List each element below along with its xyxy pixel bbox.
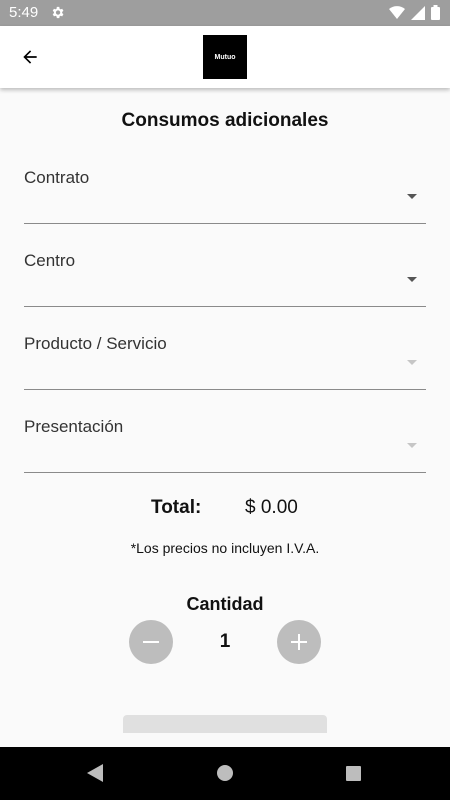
centro-dropdown[interactable]: Centro [24,251,426,307]
logo-text: Mutuo [214,53,236,61]
iva-note: *Los precios no incluyen I.V.A. [130,540,320,556]
page-title: Consumos adicionales [121,110,329,131]
presentacion-dropdown[interactable]: Presentación [24,417,426,473]
dropdown-arrow-icon [407,194,417,199]
minus-icon [143,641,159,643]
app-logo: Mutuo [203,35,247,79]
app-bar: Mutuo [0,26,450,88]
gear-icon [50,5,65,25]
field-label: Contrato [24,168,90,187]
wifi-icon [389,5,405,25]
dropdown-arrow-icon [407,360,417,365]
nav-back-icon[interactable] [87,764,103,787]
status-bar: 5:49 [0,0,450,26]
field-label: Presentación [24,417,124,436]
total-value: $ 0.00 [245,497,298,518]
submit-button[interactable] [123,715,327,733]
total-row: Total: $ 0.00 [0,497,450,521]
plus-icon [291,634,307,650]
navigation-bar [0,747,450,800]
status-time: 5:49 [9,4,39,21]
quantity-label: Cantidad [186,594,264,614]
producto-servicio-dropdown[interactable]: Producto / Servicio [24,334,426,390]
nav-home-icon[interactable] [217,765,233,781]
quantity-value: 1 [219,631,231,652]
nav-recents-icon[interactable] [346,766,361,781]
field-label: Producto / Servicio [24,334,167,353]
contrato-dropdown[interactable]: Contrato [24,168,426,224]
decrease-quantity-button[interactable] [129,620,173,664]
signal-icon [411,5,425,25]
field-label: Centro [24,251,76,270]
battery-icon [431,5,440,25]
arrow-left-icon [23,50,37,64]
back-button[interactable] [14,43,46,71]
dropdown-arrow-icon [407,277,417,282]
dropdown-arrow-icon [407,443,417,448]
increase-quantity-button[interactable] [277,620,321,664]
total-label: Total: [151,497,202,518]
